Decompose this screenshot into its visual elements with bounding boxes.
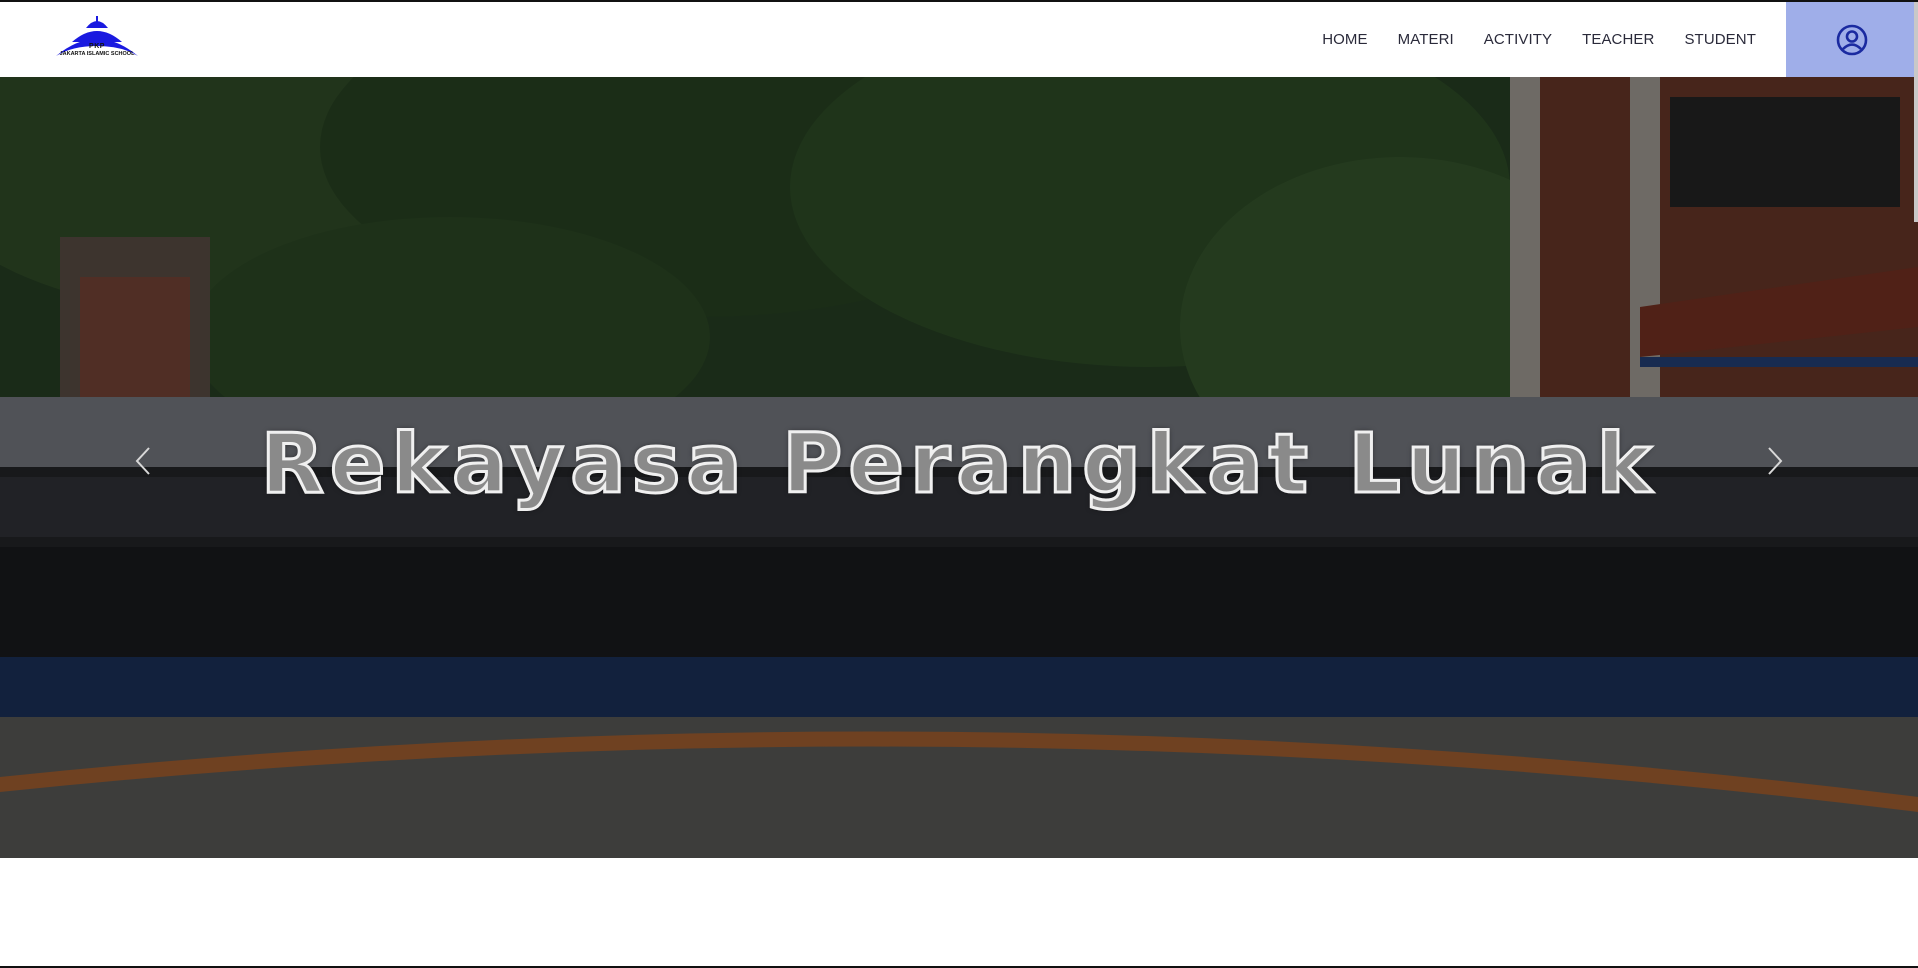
school-logo[interactable]: PKP JAKARTA ISLAMIC SCHOOL [52, 16, 142, 62]
main-nav: HOME MATERI ACTIVITY TEACHER STUDENT [1292, 2, 1756, 77]
logo-text-top: PKP [89, 43, 105, 50]
nav-materi[interactable]: MATERI [1398, 31, 1454, 48]
logo-text-bottom: JAKARTA ISLAMIC SCHOOL [59, 51, 135, 57]
page-scrollbar[interactable] [1914, 2, 1918, 222]
chevron-left-icon [135, 447, 150, 475]
nav-student[interactable]: STUDENT [1684, 31, 1756, 48]
nav-activity[interactable]: ACTIVITY [1484, 31, 1552, 48]
profile-button[interactable] [1786, 2, 1918, 77]
navbar: PKP JAKARTA ISLAMIC SCHOOL HOME MATERI A… [0, 2, 1918, 77]
carousel-prev-button[interactable] [128, 444, 158, 478]
chevron-right-icon [1768, 447, 1783, 475]
carousel-next-button[interactable] [1760, 444, 1790, 478]
user-circle-icon [1836, 24, 1868, 55]
nav-home[interactable]: HOME [1322, 31, 1367, 48]
nav-teacher[interactable]: TEACHER [1582, 31, 1654, 48]
hero-carousel: Rekayasa Perangkat Lunak [0, 77, 1918, 858]
hero-title: Rekayasa Perangkat Lunak [259, 416, 1658, 514]
